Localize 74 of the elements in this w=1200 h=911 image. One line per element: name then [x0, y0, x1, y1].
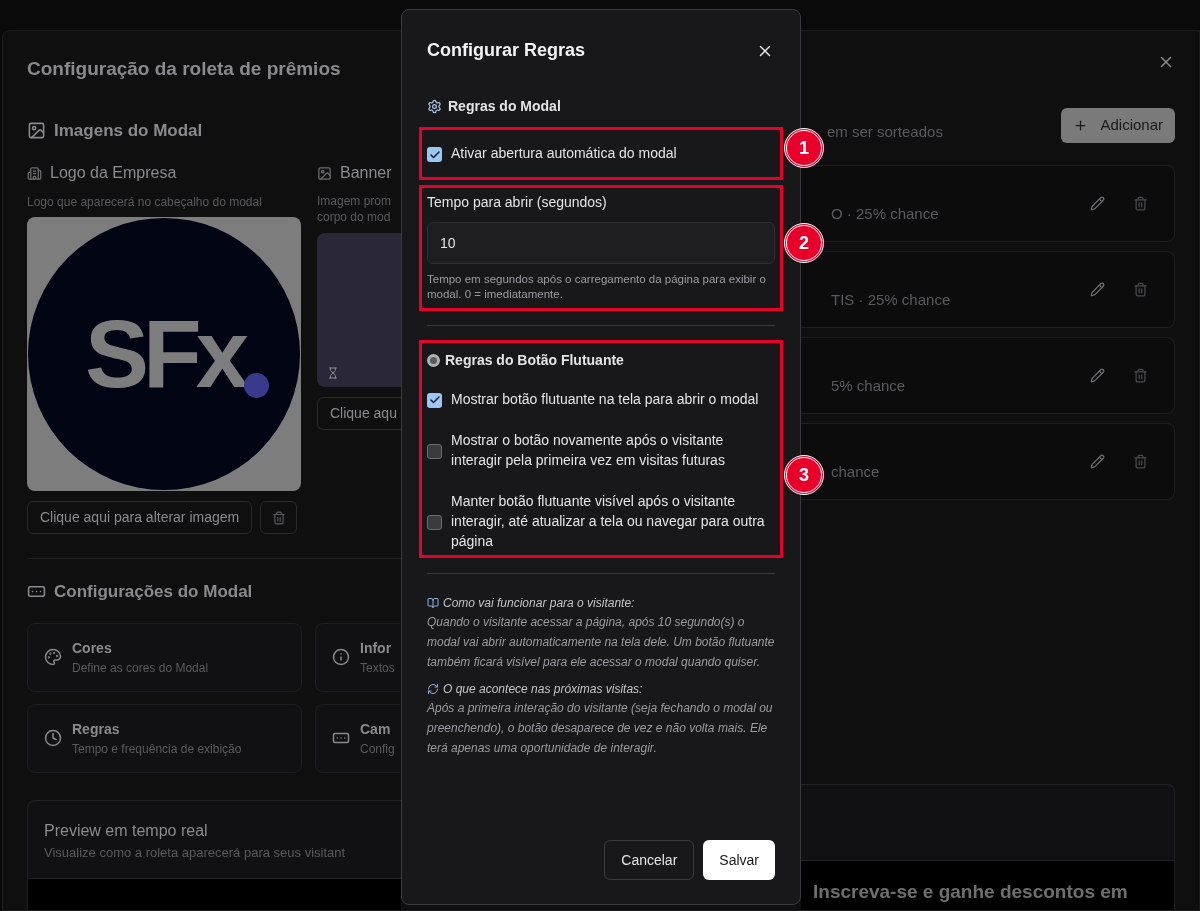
cancel-button[interactable]: Cancelar	[604, 840, 695, 880]
check-icon	[428, 148, 441, 161]
preview-subtitle: Visualize como a roleta aparecerá para seus visitant	[44, 843, 347, 862]
change-image-button[interactable]: Clique aqui para alterar imagem	[27, 501, 253, 534]
edit-icon[interactable]	[1090, 195, 1105, 211]
input-field[interactable]: 10	[427, 222, 775, 264]
edit-icon[interactable]	[1090, 281, 1105, 297]
card-subtitle: Define as cores do Modal	[72, 659, 209, 677]
checkbox-label: Mostrar o botão novamente após o visitante interagir pela primeira vez em visitas futuras	[451, 431, 726, 470]
card-title: Cam	[360, 719, 392, 739]
checkbox-label: Mostrar botão flutuante na tela para abrir o modal	[451, 390, 759, 409]
field-hint: Imagem prom corpo do mod	[317, 193, 393, 225]
card-subtitle: Textos	[360, 659, 395, 677]
section-heading: Regras do Botão Flutuante	[445, 351, 624, 370]
refresh-icon	[427, 683, 439, 695]
panel-title: Configuração da roleta de prêmios	[27, 57, 342, 81]
dialog-title: Configurar Regras	[427, 39, 586, 62]
info-icon	[332, 648, 350, 666]
add-button[interactable]: Adicionar	[1061, 107, 1175, 143]
plus-icon	[1073, 117, 1089, 133]
card-subtitle: Tempo e frequência de exibição	[72, 740, 242, 758]
radio-icon	[427, 354, 440, 367]
info-text: Após a primeira interação do visitante (seja fechando o modal ou preenchendo), o botão desaparece de vez e não volta mais. Ele terá apenas uma oportunidade de interagir.	[427, 700, 774, 757]
checkbox-label: Ativar abertura automática do modal	[451, 144, 677, 163]
section-title: Configurações do Modal	[54, 581, 253, 603]
checkbox[interactable]	[427, 443, 442, 459]
info-text: Quando o visitante acessar a página, após 10 segundo(s) o modal vai abrir automaticamente na tela dele. Um botão flutuante também ficará visível para ele acessar o modal quando quiser.	[427, 614, 775, 671]
card-subtitle: Config	[360, 740, 395, 758]
settings-card[interactable]: Regras Tempo e frequência de exibição	[27, 703, 302, 773]
gear-icon	[427, 99, 442, 114]
edit-icon[interactable]	[1090, 453, 1105, 469]
info-heading: O que acontece nas próximas visitas:	[443, 681, 643, 698]
trash-icon	[271, 510, 286, 525]
field-label: Tempo para abrir (segundos)	[427, 193, 608, 212]
image-icon	[27, 120, 46, 140]
section-subtitle: em ser sorteados	[827, 122, 943, 142]
checkbox[interactable]	[427, 392, 442, 408]
clock-icon	[44, 729, 62, 747]
palette-icon	[44, 648, 62, 666]
field-label: Logo da Empresa	[50, 163, 177, 183]
card-title: Regras	[72, 719, 121, 739]
save-button[interactable]: Salvar	[703, 840, 775, 880]
info-heading: Como vai funcionar para o visitante:	[443, 595, 635, 612]
prize-detail: chance	[831, 461, 880, 482]
check-icon	[428, 394, 441, 406]
checkbox-label: Manter botão flutuante visível após o visitante interagir, até atualizar a tela ou navegar para outra página	[451, 492, 766, 551]
section-heading: Regras do Modal	[448, 97, 561, 116]
settings-card[interactable]: Cam Config	[315, 703, 400, 773]
preview-title: Preview em tempo real	[44, 820, 209, 841]
settings-card[interactable]: Cores Define as cores do Modal	[27, 622, 302, 692]
logo-text: SFx	[84, 299, 244, 409]
checkbox[interactable]	[427, 514, 442, 530]
card-title: Infor	[360, 638, 393, 658]
delete-button[interactable]	[260, 501, 298, 534]
settings-card[interactable]: Infor Textos	[315, 622, 400, 692]
prize-detail: 5% chance	[831, 375, 906, 396]
card-title: Cores	[72, 638, 113, 658]
prize-detail: O · 25% chance	[831, 203, 939, 224]
image-icon	[317, 165, 332, 181]
book-icon	[427, 597, 439, 609]
field-hint: Logo que aparecerá no cabeçalho do modal	[27, 194, 263, 211]
trash-icon[interactable]	[1133, 453, 1148, 469]
trash-icon[interactable]	[1133, 367, 1148, 383]
hourglass-icon	[327, 367, 339, 379]
section-title: Imagens do Modal	[54, 119, 203, 142]
checkbox[interactable]	[427, 147, 442, 162]
edit-icon[interactable]	[1090, 367, 1105, 383]
trash-icon[interactable]	[1133, 281, 1148, 297]
prize-detail: TIS · 25% chance	[831, 289, 951, 310]
field-help: Tempo em segundos após o carregamento da página para exibir o modal. 0 = imediatamente.	[427, 272, 767, 302]
preview-headline: Inscreva-se e ganhe descontos em	[813, 879, 1128, 904]
trash-icon[interactable]	[1133, 195, 1148, 211]
building-icon	[27, 165, 42, 181]
field-label: Banner	[340, 163, 392, 183]
